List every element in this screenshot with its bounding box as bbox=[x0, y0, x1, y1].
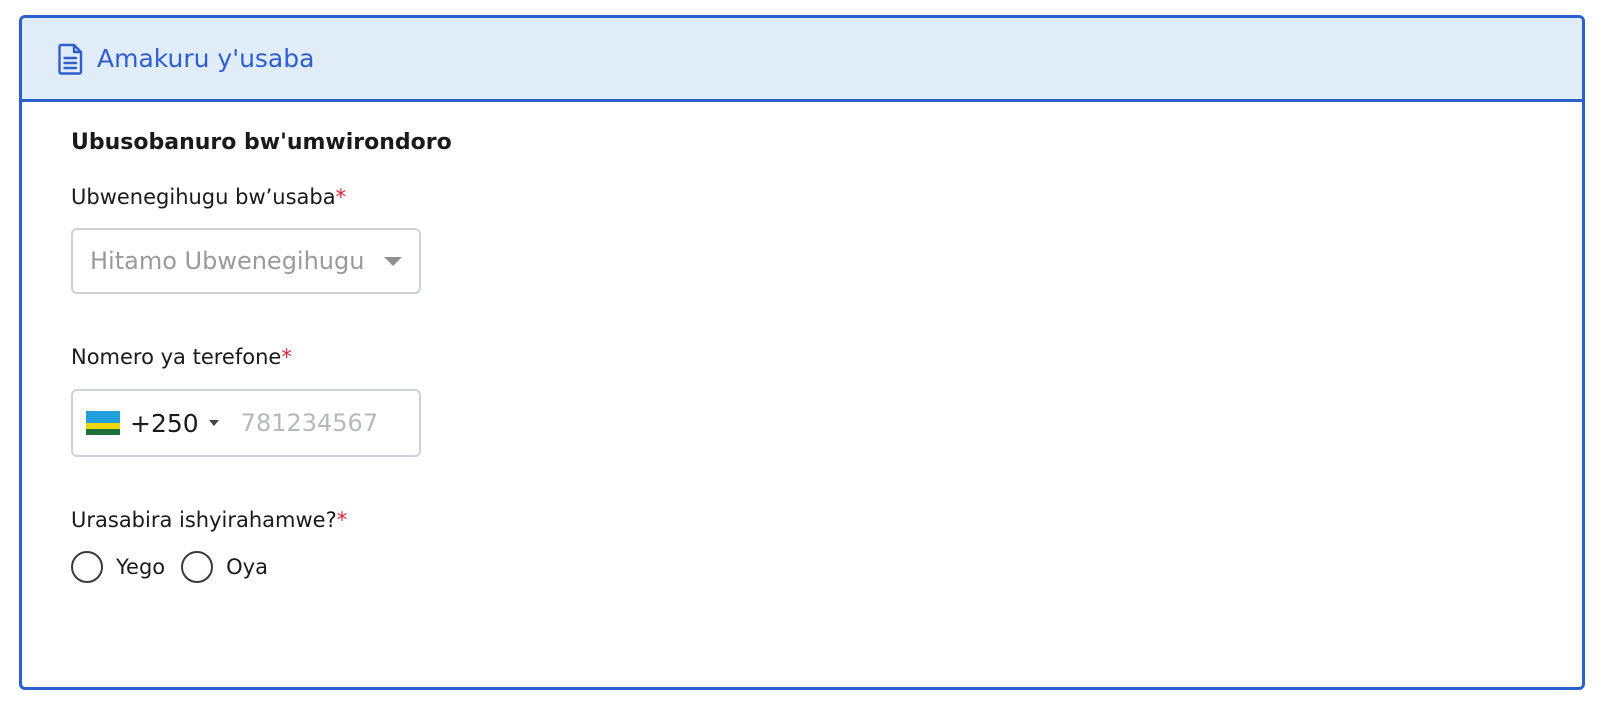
radio-button[interactable] bbox=[71, 551, 103, 583]
caret-down-icon bbox=[384, 256, 402, 266]
rwanda-flag-icon bbox=[86, 411, 120, 435]
group-question-radio-group: Yego Oya bbox=[71, 551, 284, 583]
required-mark: * bbox=[335, 185, 347, 209]
card-header: Amakuru y'usaba bbox=[22, 18, 1582, 102]
nationality-select[interactable]: Hitamo Ubwenegihugu bbox=[71, 228, 421, 294]
group-question-label: Urasabira ishyirahamwe?* bbox=[71, 508, 347, 532]
caret-down-icon bbox=[208, 420, 219, 426]
nationality-label-text: Ubwenegihugu bw’usaba bbox=[71, 185, 336, 209]
phone-input[interactable] bbox=[240, 409, 411, 437]
radio-option-no[interactable]: Oya bbox=[181, 551, 268, 583]
required-mark: * bbox=[281, 345, 292, 369]
radio-option-yes[interactable]: Yego bbox=[71, 551, 165, 583]
radio-label-no: Oya bbox=[226, 555, 268, 579]
section-title: Ubusobanuro bw'umwirondoro bbox=[71, 130, 452, 155]
nationality-label: Ubwenegihugu bw’usaba* bbox=[71, 185, 346, 209]
phone-field: +250 bbox=[71, 389, 421, 457]
applicant-info-card: Amakuru y'usaba Ubusobanuro bw'umwirondo… bbox=[19, 15, 1585, 690]
radio-button[interactable] bbox=[181, 551, 214, 583]
document-icon bbox=[58, 42, 88, 76]
country-code-selector[interactable]: +250 bbox=[86, 409, 241, 438]
phone-label-text: Nomero ya terefone bbox=[71, 345, 282, 369]
country-dial-code: +250 bbox=[130, 408, 199, 438]
nationality-select-placeholder: Hitamo Ubwenegihugu bbox=[90, 247, 365, 275]
radio-label-yes: Yego bbox=[116, 555, 166, 579]
required-mark: * bbox=[336, 508, 348, 532]
phone-label: Nomero ya terefone* bbox=[71, 345, 292, 369]
card-title: Amakuru y'usaba bbox=[97, 44, 315, 73]
group-question-label-text: Urasabira ishyirahamwe? bbox=[71, 508, 337, 532]
